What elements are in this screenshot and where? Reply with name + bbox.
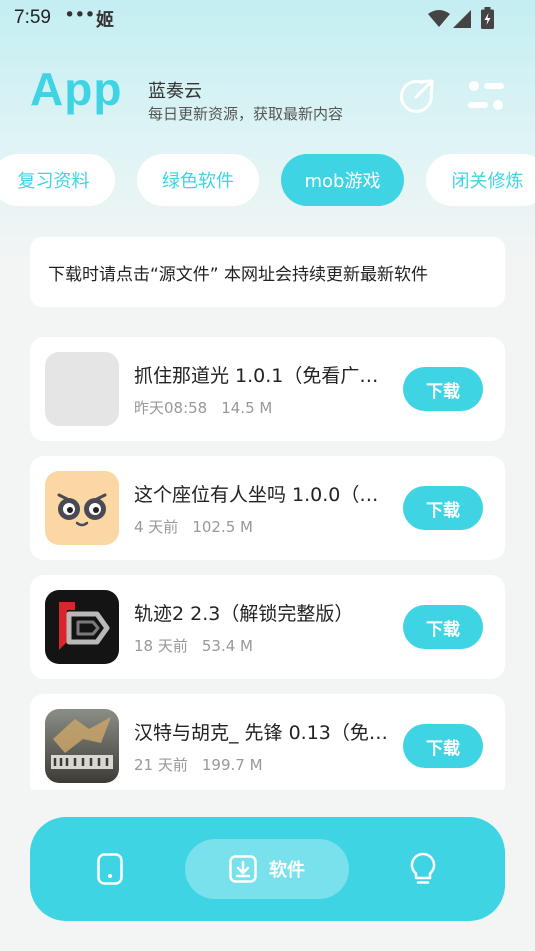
tab-label: 复习资料 <box>17 171 90 192</box>
app-logo: App <box>30 63 123 115</box>
download-button[interactable]: 下载 <box>403 605 483 649</box>
battery-icon <box>481 7 494 29</box>
app-title: 汉特与胡克_ 先锋 0.13（免广告） <box>134 722 390 744</box>
share-icon[interactable] <box>398 77 436 115</box>
app-icon-hunt <box>45 709 119 783</box>
app-time: 4 天前 <box>134 518 179 536</box>
tab-label: 闭关修炼 <box>451 171 524 192</box>
category-tabs: 复习资料 绿色软件 mob游戏 闭关修炼 <box>0 154 535 208</box>
list-item[interactable]: 汉特与胡克_ 先锋 0.13（免广告） 21 天前 199.7 M 下载 <box>30 694 505 790</box>
tab-retreat[interactable]: 闭关修炼 <box>426 154 535 206</box>
app-meta: 18 天前 53.4 M <box>134 635 253 656</box>
app-title: 这个座位有人坐吗 1.0.0（解锁完整版） <box>134 484 390 506</box>
download-button[interactable]: 下载 <box>403 367 483 411</box>
app-subtitle: 每日更新资源，获取最新内容 <box>148 105 344 123</box>
wifi-icon <box>428 10 450 27</box>
nav-software-tab[interactable]: 软件 <box>185 839 349 899</box>
app-icon-face <box>45 471 119 545</box>
notice-banner: 下载时请点击“源文件” 本网址会持续更新最新软件 <box>30 237 505 307</box>
tab-review-materials[interactable]: 复习资料 <box>0 154 115 206</box>
filter-icon[interactable] <box>466 78 506 114</box>
lightbulb-icon[interactable] <box>408 852 438 886</box>
nav-software-label: 软件 <box>269 860 305 881</box>
phone-icon[interactable] <box>96 853 124 885</box>
app-size: 14.5 M <box>221 399 273 417</box>
download-button[interactable]: 下载 <box>403 724 483 768</box>
tab-green-software[interactable]: 绿色软件 <box>137 154 259 206</box>
app-size: 199.7 M <box>201 756 263 774</box>
app-icon-track <box>45 590 119 664</box>
notification-dots-icon: ••• <box>64 4 96 26</box>
download-button[interactable]: 下载 <box>403 486 483 530</box>
tab-mob-games[interactable]: mob游戏 <box>281 154 404 206</box>
status-bar: 7:59 ••• 姬 <box>0 0 535 38</box>
app-name: 蓝奏云 <box>148 81 202 102</box>
app-size: 102.5 M <box>192 518 253 536</box>
notice-text: 下载时请点击“源文件” 本网址会持续更新最新软件 <box>48 265 429 285</box>
app-time: 21 天前 <box>134 756 188 774</box>
app-meta: 21 天前 199.7 M <box>134 754 263 775</box>
app-icon-placeholder <box>45 352 119 426</box>
app-title: 抓住那道光 1.0.1（免看广告） <box>134 365 390 387</box>
app-time: 18 天前 <box>134 637 188 655</box>
app-size: 53.4 M <box>201 637 253 655</box>
signal-icon <box>453 10 471 28</box>
tab-label: 绿色软件 <box>162 171 234 192</box>
download-box-icon <box>229 855 257 883</box>
app-meta: 4 天前 102.5 M <box>134 516 253 537</box>
list-item[interactable]: 轨迹2 2.3（解锁完整版） 18 天前 53.4 M 下载 <box>30 575 505 679</box>
notification-app-icon: 姬 <box>96 10 114 31</box>
status-time: 7:59 <box>14 7 51 28</box>
app-time: 昨天08:58 <box>134 399 208 417</box>
app-meta: 昨天08:58 14.5 M <box>134 397 272 418</box>
app-list: 抓住那道光 1.0.1（免看广告） 昨天08:58 14.5 M 下载 这个座位有… <box>30 337 505 790</box>
list-item[interactable]: 这个座位有人坐吗 1.0.0（解锁完整版） 4 天前 102.5 M 下载 <box>30 456 505 560</box>
tab-label: mob游戏 <box>304 171 381 192</box>
app-title: 轨迹2 2.3（解锁完整版） <box>134 603 354 625</box>
bottom-nav: 软件 <box>30 817 505 921</box>
list-item[interactable]: 抓住那道光 1.0.1（免看广告） 昨天08:58 14.5 M 下载 <box>30 337 505 441</box>
